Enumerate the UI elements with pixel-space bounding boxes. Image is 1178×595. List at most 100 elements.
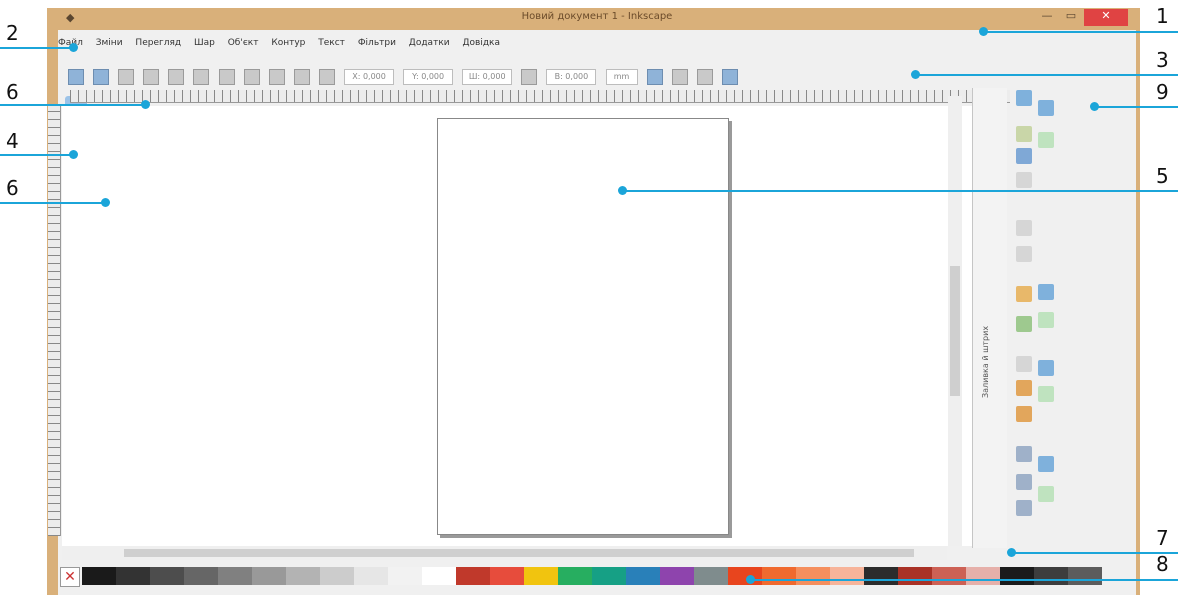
horizontal-ruler[interactable] — [70, 90, 1010, 103]
canvas[interactable] — [62, 106, 1002, 546]
flip-vertical-icon[interactable] — [218, 69, 235, 85]
no-paint-swatch[interactable]: ✕ — [60, 567, 80, 587]
menu-view[interactable]: Перегляд — [135, 38, 181, 48]
palette-swatch[interactable] — [762, 567, 796, 585]
docker-tab-fill-stroke[interactable]: Заливка й штрих — [981, 98, 1001, 398]
snap-perpendicular-icon[interactable] — [1038, 360, 1054, 376]
snap-tangent-icon[interactable] — [1038, 386, 1054, 402]
snap-bbox-mid-icon[interactable] — [1038, 100, 1054, 116]
scale-corners-icon[interactable] — [671, 69, 688, 85]
snap-intersection-icon[interactable] — [1038, 312, 1054, 328]
callout-number-7: 7 — [1156, 526, 1169, 550]
palette-swatch[interactable] — [830, 567, 864, 585]
select-all-icon[interactable] — [68, 69, 84, 85]
move-patterns-icon[interactable] — [721, 69, 738, 85]
palette-swatch[interactable] — [796, 567, 830, 585]
palette-swatch[interactable] — [286, 567, 320, 585]
horizontal-scrollbar[interactable] — [62, 546, 947, 560]
menu-text[interactable]: Текст — [318, 38, 345, 48]
vertical-scroll-thumb[interactable] — [950, 266, 960, 396]
snap-text-baseline-icon[interactable] — [1038, 456, 1054, 472]
unit-select[interactable]: mm — [605, 69, 638, 85]
palette-swatch[interactable] — [626, 567, 660, 585]
snap-object-center-icon[interactable] — [1038, 284, 1054, 300]
palette-swatch[interactable] — [728, 567, 762, 585]
snap-center-icon[interactable] — [1016, 380, 1032, 396]
snap-rotation-icon[interactable] — [1016, 406, 1032, 422]
snap-toggle-icon[interactable] — [1016, 90, 1032, 106]
scale-stroke-icon[interactable] — [646, 69, 663, 85]
palette-swatch[interactable] — [1068, 567, 1102, 585]
rotate-cw-icon[interactable] — [168, 69, 185, 85]
minimize-button[interactable]: — — [1036, 9, 1058, 26]
snap-path-icon[interactable] — [1016, 246, 1032, 262]
deselect-icon[interactable] — [118, 69, 135, 85]
vertical-ruler[interactable] — [48, 106, 61, 536]
palette-swatch[interactable] — [694, 567, 728, 585]
palette-swatch[interactable] — [898, 567, 932, 585]
lower-to-bottom-icon[interactable] — [318, 69, 335, 85]
lower-icon[interactable] — [293, 69, 310, 85]
palette-swatch[interactable] — [218, 567, 252, 585]
palette-swatch[interactable] — [1000, 567, 1034, 585]
document-page[interactable] — [437, 118, 729, 535]
maximize-button[interactable]: ▭ — [1060, 9, 1082, 26]
horizontal-scroll-thumb[interactable] — [124, 549, 914, 557]
y-field[interactable]: Y: 0,000 — [403, 69, 454, 85]
palette-swatch[interactable] — [82, 567, 116, 585]
raise-to-top-icon[interactable] — [243, 69, 260, 85]
x-field[interactable]: X: 0,000 — [344, 69, 395, 85]
snap-bbox-icon[interactable] — [1016, 126, 1032, 142]
palette-swatch[interactable] — [354, 567, 388, 585]
rotate-ccw-icon[interactable] — [143, 69, 160, 85]
menu-edit[interactable]: Зміни — [96, 38, 123, 48]
menu-path[interactable]: Контур — [271, 38, 305, 48]
palette-swatch[interactable] — [456, 567, 490, 585]
vertical-scrollbar[interactable] — [948, 96, 962, 546]
snap-edge-mid-icon[interactable] — [1038, 132, 1054, 148]
raise-icon[interactable] — [268, 69, 285, 85]
palette-swatch[interactable] — [320, 567, 354, 585]
palette-swatch[interactable] — [558, 567, 592, 585]
width-field[interactable]: Ш: 0,000 — [462, 69, 513, 85]
palette-swatch[interactable] — [150, 567, 184, 585]
flip-horizontal-icon[interactable] — [193, 69, 210, 85]
menu-extensions[interactable]: Додатки — [409, 38, 450, 48]
snap-others-icon[interactable] — [1038, 486, 1054, 502]
height-field[interactable]: В: 0,000 — [546, 69, 597, 85]
callout-line-5 — [622, 190, 1178, 192]
snap-cusp-icon[interactable] — [1016, 286, 1032, 302]
palette-swatch[interactable] — [966, 567, 1000, 585]
menu-object[interactable]: Об'єкт — [228, 38, 259, 48]
callout-number-8: 8 — [1156, 552, 1169, 576]
snap-smooth-icon[interactable] — [1016, 316, 1032, 332]
palette-swatch[interactable] — [592, 567, 626, 585]
snap-grid-icon[interactable] — [1016, 474, 1032, 490]
palette-swatch[interactable] — [490, 567, 524, 585]
palette-swatch[interactable] — [864, 567, 898, 585]
title-bar[interactable]: ◆ Новий документ 1 - Inkscape — ▭ ✕ — [58, 8, 1136, 30]
close-button[interactable]: ✕ — [1084, 9, 1128, 26]
palette-swatch[interactable] — [252, 567, 286, 585]
snap-page-icon[interactable] — [1016, 446, 1032, 462]
palette-swatch[interactable] — [388, 567, 422, 585]
palette-swatch[interactable] — [524, 567, 558, 585]
menu-help[interactable]: Довідка — [462, 38, 500, 48]
docker-panel: Заливка й штрих — [972, 88, 1007, 548]
palette-swatch[interactable] — [932, 567, 966, 585]
move-gradients-icon[interactable] — [696, 69, 713, 85]
snap-bbox-corner-icon[interactable] — [1016, 172, 1032, 188]
palette-swatch[interactable] — [422, 567, 456, 585]
palette-swatch[interactable] — [660, 567, 694, 585]
menu-layer[interactable]: Шар — [194, 38, 215, 48]
lock-icon[interactable] — [521, 69, 538, 85]
palette-swatch[interactable] — [116, 567, 150, 585]
menu-filters[interactable]: Фільтри — [358, 38, 396, 48]
snap-guide-icon[interactable] — [1016, 500, 1032, 516]
snap-nodes-icon[interactable] — [1016, 220, 1032, 236]
palette-swatch[interactable] — [184, 567, 218, 585]
snap-bbox-edge-icon[interactable] — [1016, 148, 1032, 164]
palette-swatch[interactable] — [1034, 567, 1068, 585]
snap-midpoint-icon[interactable] — [1016, 356, 1032, 372]
select-all-layers-icon[interactable] — [93, 69, 110, 85]
